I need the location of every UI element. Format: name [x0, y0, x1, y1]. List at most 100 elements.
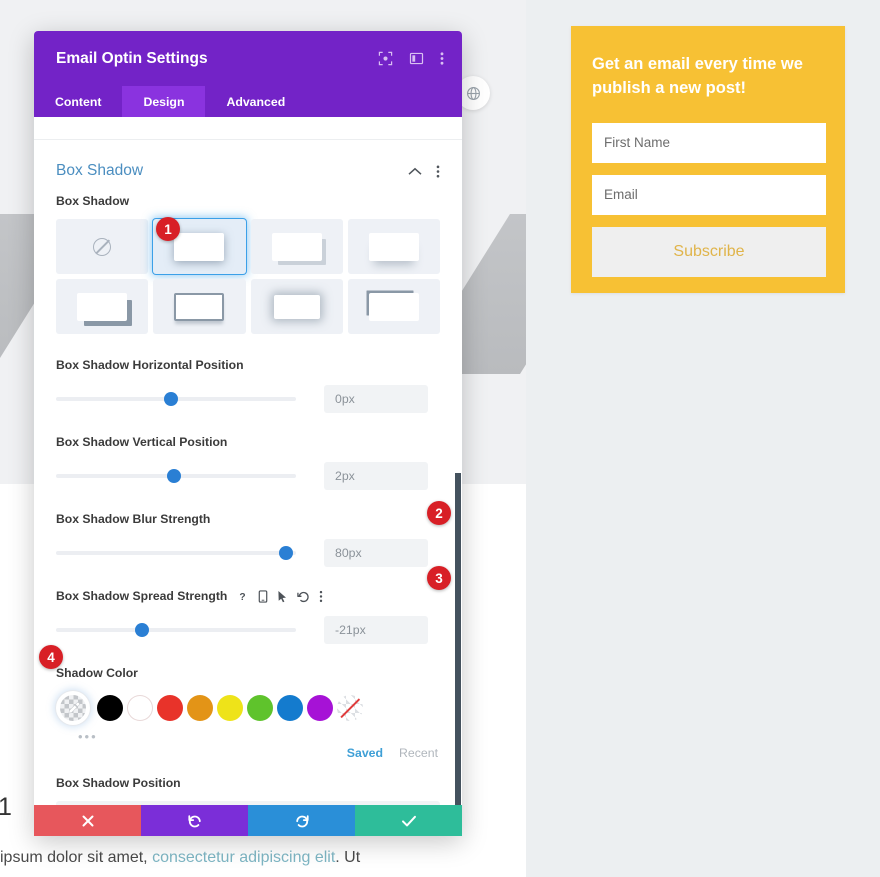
- color-tabs: Saved Recent: [56, 746, 438, 760]
- paragraph-text-post: . Ut: [335, 849, 361, 866]
- chevron-up-icon[interactable]: [408, 167, 422, 176]
- saved-colors-tab[interactable]: Saved: [347, 746, 383, 760]
- preset-thumb: [174, 232, 225, 261]
- first-name-input[interactable]: [604, 135, 814, 151]
- preset-all-around-glow[interactable]: [250, 279, 343, 334]
- preset-none[interactable]: [56, 219, 149, 274]
- save-button[interactable]: [355, 805, 462, 836]
- email-field[interactable]: [592, 174, 826, 215]
- horizontal-position-control: Box Shadow Horizontal Position 0px: [56, 358, 440, 413]
- slider-handle[interactable]: [164, 392, 179, 406]
- paragraph-text-pre: ipsum dolor sit amet,: [0, 849, 153, 866]
- spread-strength-control: Box Shadow Spread Strength ? -21px: [56, 589, 440, 644]
- swatch-black[interactable]: [97, 695, 123, 721]
- callout-badge-2: 2: [427, 501, 451, 525]
- modal-tabs: Content Design Advanced: [34, 86, 462, 117]
- cursor-icon[interactable]: [277, 590, 288, 603]
- previous-section-peek: Border: [34, 117, 462, 139]
- preset-thumb: [271, 232, 322, 261]
- preset-thumb: [174, 292, 225, 321]
- preset-thumb: [273, 294, 320, 319]
- active-color-swatch[interactable]: [56, 691, 90, 725]
- vertical-position-slider[interactable]: [56, 469, 296, 483]
- modal-body: Box Shadow Box Shadow Box Shadow Horizon…: [34, 139, 462, 836]
- preset-thumb: [77, 292, 128, 321]
- horizontal-position-value[interactable]: 0px: [324, 385, 428, 413]
- shadow-color-swatches: [56, 691, 440, 725]
- redo-button[interactable]: [248, 805, 355, 836]
- more-colors-icon[interactable]: •••: [78, 729, 98, 744]
- preset-top-left-solid[interactable]: [347, 279, 440, 334]
- spread-strength-slider[interactable]: [56, 623, 296, 637]
- more-options-icon[interactable]: [440, 51, 444, 66]
- vertical-position-control: Box Shadow Vertical Position 2px: [56, 435, 440, 490]
- page-number: 1: [0, 793, 12, 821]
- modal-header: Email Optin Settings: [34, 31, 462, 86]
- vertical-position-value[interactable]: 2px: [324, 462, 428, 490]
- swatch-white[interactable]: [127, 695, 153, 721]
- vertical-position-label: Box Shadow Vertical Position: [56, 435, 228, 449]
- box-shadow-preset-grid: [56, 219, 440, 334]
- swatch-yellow[interactable]: [217, 695, 243, 721]
- swatch-green[interactable]: [247, 695, 273, 721]
- blur-strength-slider[interactable]: [56, 546, 296, 560]
- eyedropper-icon: [60, 695, 86, 721]
- modal-scrollbar[interactable]: [455, 473, 461, 818]
- mobile-icon[interactable]: [258, 589, 268, 603]
- preset-bottom-soft[interactable]: [347, 219, 440, 274]
- slider-handle[interactable]: [135, 623, 150, 637]
- swatch-blue[interactable]: [277, 695, 303, 721]
- email-input[interactable]: [604, 187, 814, 203]
- help-icon[interactable]: ?: [236, 590, 249, 603]
- modal-title: Email Optin Settings: [56, 49, 208, 67]
- callout-badge-4: 4: [39, 645, 63, 669]
- tab-design[interactable]: Design: [122, 86, 206, 117]
- box-shadow-position-label: Box Shadow Position: [56, 776, 181, 790]
- blur-strength-value[interactable]: 80px: [324, 539, 428, 567]
- modal-header-icons: [378, 51, 444, 66]
- swatch-purple[interactable]: [307, 695, 333, 721]
- reset-icon[interactable]: [297, 590, 310, 603]
- email-optin-widget: Get an email every time we publish a new…: [571, 26, 845, 293]
- swatch-none[interactable]: [337, 695, 363, 721]
- subscribe-button[interactable]: Subscribe: [592, 226, 826, 277]
- focus-icon[interactable]: [378, 51, 393, 66]
- shadow-color-label: Shadow Color: [56, 666, 138, 680]
- section-divider: [34, 139, 462, 140]
- spread-strength-value[interactable]: -21px: [324, 616, 428, 644]
- optin-title: Get an email every time we publish a new…: [592, 55, 803, 98]
- preset-thumb: [368, 292, 419, 321]
- cancel-button[interactable]: [34, 805, 141, 836]
- callout-badge-3: 3: [427, 566, 451, 590]
- recent-colors-tab[interactable]: Recent: [399, 746, 438, 760]
- email-optin-settings-modal: Email Optin Settings Content Design Adva…: [34, 31, 462, 836]
- first-name-field[interactable]: [592, 122, 826, 163]
- preset-thumb: [368, 232, 419, 261]
- undo-button[interactable]: [141, 805, 248, 836]
- tab-advanced[interactable]: Advanced: [205, 86, 306, 117]
- layout-split-icon[interactable]: [409, 51, 424, 66]
- callout-badge-1: 1: [156, 217, 180, 241]
- tab-content[interactable]: Content: [34, 86, 122, 117]
- page-paragraph: ipsum dolor sit amet, consectetur adipis…: [0, 849, 360, 867]
- preset-outline-bottom[interactable]: [153, 279, 246, 334]
- border-section-label: Border: [58, 117, 114, 122]
- spread-strength-label: Box Shadow Spread Strength: [56, 589, 228, 603]
- section-title: Box Shadow: [56, 162, 144, 179]
- options-icon[interactable]: [319, 590, 323, 603]
- section-options-icon[interactable]: [436, 164, 440, 179]
- slider-handle[interactable]: [279, 546, 294, 560]
- preset-bottom-right-solid[interactable]: [56, 279, 149, 334]
- blur-strength-label: Box Shadow Blur Strength: [56, 512, 211, 526]
- preset-offset-hard[interactable]: [250, 219, 343, 274]
- swatch-orange[interactable]: [187, 695, 213, 721]
- modal-action-bar: [34, 805, 462, 836]
- box-shadow-field-label: Box Shadow: [56, 194, 130, 208]
- swatch-red[interactable]: [157, 695, 183, 721]
- svg-text:?: ?: [240, 592, 246, 603]
- blur-strength-control: Box Shadow Blur Strength 80px: [56, 512, 440, 567]
- horizontal-position-slider[interactable]: [56, 392, 296, 406]
- paragraph-link[interactable]: consectetur adipiscing elit: [152, 849, 335, 866]
- horizontal-position-label: Box Shadow Horizontal Position: [56, 358, 244, 372]
- slider-handle[interactable]: [166, 469, 181, 483]
